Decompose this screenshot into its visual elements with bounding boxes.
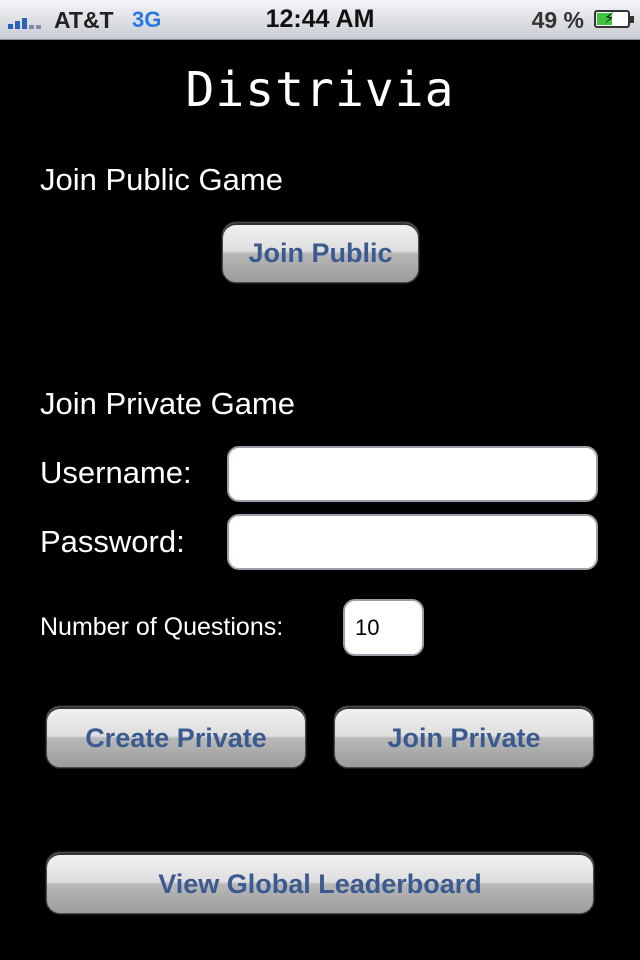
questions-count-input[interactable] bbox=[343, 599, 424, 656]
create-private-button[interactable]: Create Private bbox=[46, 706, 306, 768]
charging-icon: ⚡ bbox=[604, 10, 615, 27]
join-public-button-label: Join Public bbox=[248, 238, 393, 268]
password-input[interactable] bbox=[227, 514, 598, 570]
battery-percentage: 49 % bbox=[531, 7, 584, 33]
app-logo: Distrivia bbox=[185, 62, 455, 118]
join-private-button[interactable]: Join Private bbox=[334, 706, 594, 768]
create-private-button-label: Create Private bbox=[85, 723, 267, 753]
view-leaderboard-button[interactable]: View Global Leaderboard bbox=[46, 852, 594, 914]
join-public-button[interactable]: Join Public bbox=[222, 222, 419, 283]
view-leaderboard-button-label: View Global Leaderboard bbox=[158, 869, 482, 899]
join-private-button-label: Join Private bbox=[387, 723, 541, 753]
private-game-title: Join Private Game bbox=[40, 386, 295, 421]
username-label: Username: bbox=[40, 455, 192, 490]
username-input[interactable] bbox=[227, 446, 598, 502]
battery-icon: ⚡ bbox=[594, 10, 634, 28]
public-game-title: Join Public Game bbox=[40, 162, 283, 197]
status-bar: AT&T 3G 12:44 AM 49 % ⚡ bbox=[0, 0, 640, 40]
password-label: Password: bbox=[40, 524, 185, 559]
questions-label: Number of Questions: bbox=[40, 613, 284, 641]
